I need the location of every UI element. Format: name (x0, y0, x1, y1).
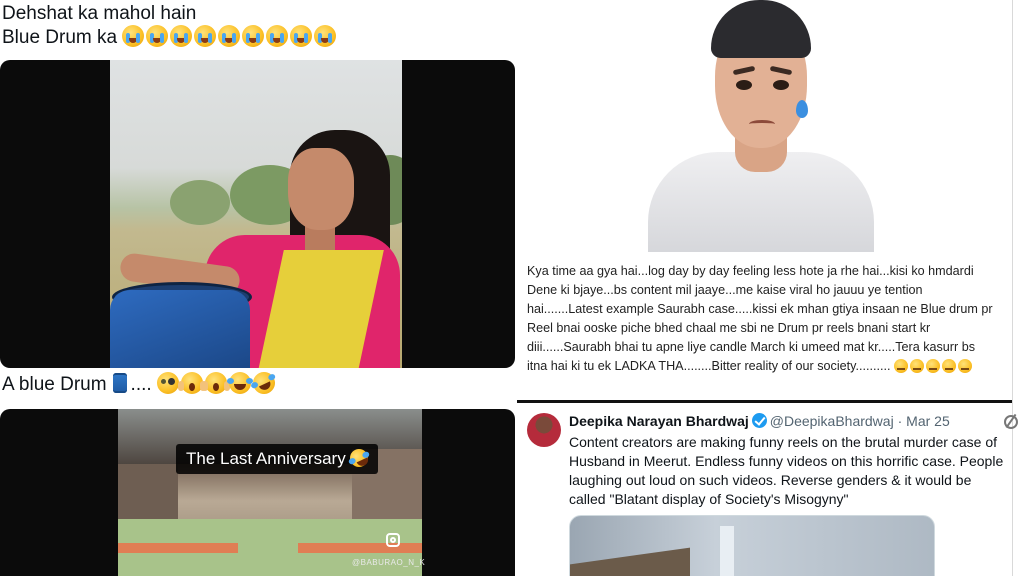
rolling-on-the-floor-laughing-icon (249, 368, 279, 398)
blue-drum-icon (112, 373, 127, 393)
loudly-crying-face-icon (170, 25, 193, 47)
post-2-emoji-row (156, 368, 279, 398)
post-2-text: A blue Drum.... (2, 368, 279, 398)
face-with-monocle-icon (156, 372, 179, 394)
instagram-icon (386, 533, 400, 547)
caption-text: Kya time aa gya hai...log day by day fee… (527, 264, 993, 373)
avatar-hair (711, 0, 811, 58)
tweet-author-handle[interactable]: @DeepikaBhardwaj (770, 413, 894, 429)
loudly-crying-face-icon (266, 25, 289, 47)
avatar-eye (773, 80, 789, 90)
pensive-face-icon (910, 359, 924, 373)
right-edge-divider (1012, 0, 1024, 576)
rolling-on-the-floor-laughing-icon (346, 446, 371, 470)
orange-bench (118, 543, 238, 553)
right-top-post: Kya time aa gya hai...log day by day fee… (517, 0, 1014, 398)
post-1-line-2-text: Blue Drum ka (2, 27, 118, 48)
left-column: Dehshat ka mahol hain Blue Drum ka A blu… (0, 0, 516, 576)
tweet-card[interactable]: Deepika Narayan Bhardwaj @DeepikaBhardwaj… (517, 400, 1018, 576)
tree-shape (170, 180, 230, 225)
tweet-body: Content creators are making funny reels … (569, 434, 1004, 507)
tweet-media-image[interactable] (569, 515, 935, 576)
blue-drum (110, 290, 250, 368)
crying-emoji-row (122, 25, 337, 47)
video-overlay-title: The Last Anniversary (176, 444, 378, 474)
loudly-crying-face-icon (218, 25, 241, 47)
loudly-crying-face-icon (122, 25, 145, 47)
pensive-face-icon (958, 359, 972, 373)
loudly-crying-face-icon (242, 25, 265, 47)
face-with-tears-of-joy-icon (226, 372, 253, 394)
avatar[interactable] (527, 413, 561, 447)
face-screaming-in-fear-icon (177, 372, 206, 394)
woman-face (288, 148, 354, 230)
avatar-frown (749, 120, 775, 128)
mute-icon[interactable] (1004, 415, 1018, 429)
video-frame-room (118, 409, 422, 576)
pensive-face-icon (926, 359, 940, 373)
tear-drop-icon (796, 100, 808, 118)
post-caption: Kya time aa gya hai...log day by day fee… (527, 262, 997, 376)
tweet-separator: · (893, 413, 907, 429)
loudly-crying-face-icon (290, 25, 313, 47)
post-1-line-2: Blue Drum ka (2, 25, 337, 50)
tweet-date[interactable]: Mar 25 (906, 413, 950, 429)
sad-avatar-image (517, 0, 1014, 252)
pensive-face-icon (942, 359, 956, 373)
loudly-crying-face-icon (194, 25, 217, 47)
overlay-title-text: The Last Anniversary (186, 449, 346, 468)
video-watermark: @BABURAO_N_K (352, 558, 426, 567)
loudly-crying-face-icon (314, 25, 337, 47)
verified-badge-icon (751, 413, 767, 428)
orange-bench (298, 543, 422, 553)
tweet-header: Deepika Narayan Bhardwaj @DeepikaBhardwaj… (569, 413, 950, 429)
face-screaming-in-fear-icon (201, 372, 230, 394)
caption-emoji-row (894, 359, 972, 373)
video-player-last-anniversary[interactable] (0, 409, 515, 576)
avatar-eye (736, 80, 752, 90)
video-player-woman-drum[interactable] (0, 60, 515, 368)
tweet-author-name[interactable]: Deepika Narayan Bhardwaj (569, 413, 749, 429)
loudly-crying-face-icon (146, 25, 169, 47)
pensive-face-icon (894, 359, 908, 373)
video-frame-woman-with-drum (110, 60, 402, 368)
post-1-line-1: Dehshat ka mahol hain (2, 3, 197, 24)
post-2-label: A blue Drum (2, 374, 107, 395)
post-2-dots: .... (130, 374, 152, 395)
